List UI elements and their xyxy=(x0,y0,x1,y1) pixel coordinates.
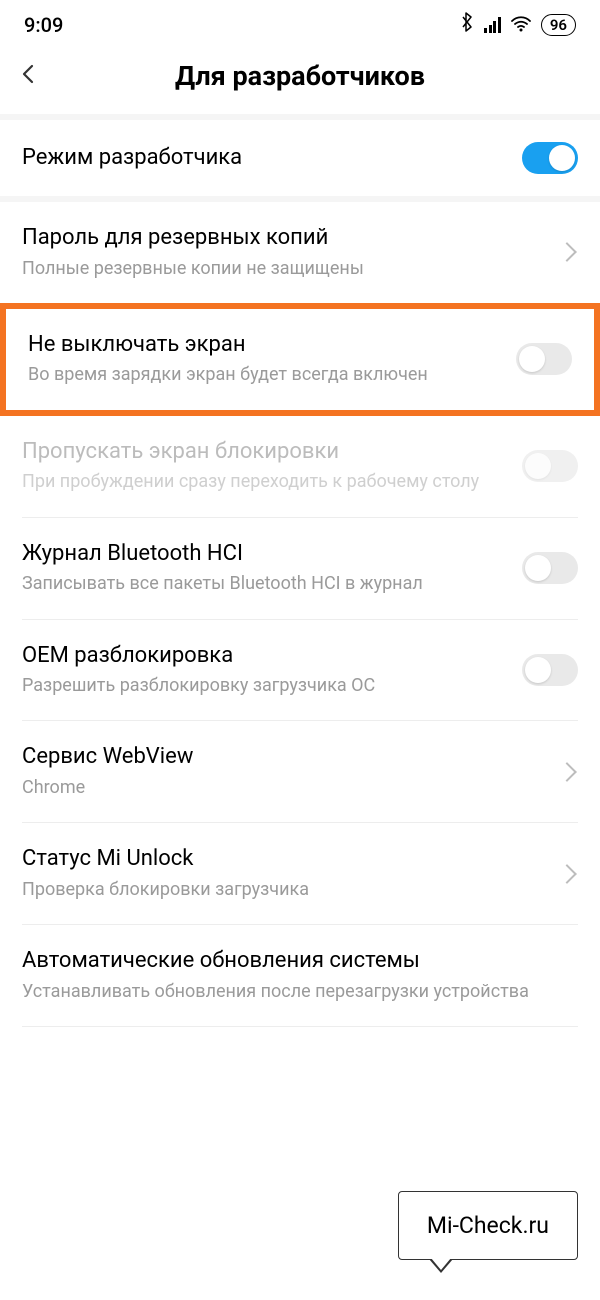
chevron-right-icon xyxy=(557,762,577,782)
header: Для разработчиков xyxy=(0,43,600,114)
chevron-right-icon xyxy=(557,243,577,263)
row-title: Сервис WebView xyxy=(22,743,546,772)
row-subtitle: Устанавливать обновления после перезагру… xyxy=(22,980,564,1004)
toggle-skip-lockscreen xyxy=(522,450,578,482)
row-title: Не выключать экран xyxy=(28,331,502,360)
row-title: Автоматические обновления системы xyxy=(22,947,564,976)
row-title: Режим разработчика xyxy=(22,144,508,173)
row-bluetooth-hci[interactable]: Журнал Bluetooth HCI Записывать все паке… xyxy=(0,518,600,619)
row-title: Пропускать экран блокировки xyxy=(22,438,508,467)
row-oem-unlock[interactable]: OEM разблокировка Разрешить разблокировк… xyxy=(0,620,600,721)
row-auto-system-updates[interactable]: Автоматические обновления системы Устана… xyxy=(0,925,600,1026)
row-mi-unlock-status[interactable]: Статус Mi Unlock Проверка блокировки заг… xyxy=(0,823,600,924)
signal-icon xyxy=(484,17,501,33)
row-subtitle: Разрешить разблокировку загрузчика ОС xyxy=(22,674,508,698)
row-title: Пароль для резервных копий xyxy=(22,224,546,253)
row-webview-service[interactable]: Сервис WebView Chrome xyxy=(0,721,600,822)
row-backup-password[interactable]: Пароль для резервных копий Полные резерв… xyxy=(0,202,600,303)
row-stay-awake[interactable]: Не выключать экран Во время зарядки экра… xyxy=(6,309,594,410)
toggle-developer-mode[interactable] xyxy=(522,142,578,174)
row-developer-mode[interactable]: Режим разработчика xyxy=(0,120,600,196)
row-skip-lockscreen: Пропускать экран блокировки При пробужде… xyxy=(0,416,600,517)
speech-tail-icon xyxy=(429,1259,453,1273)
toggle-bluetooth-hci[interactable] xyxy=(522,552,578,584)
row-title: OEM разблокировка xyxy=(22,642,508,671)
row-subtitle: Chrome xyxy=(22,776,546,800)
row-title: Журнал Bluetooth HCI xyxy=(22,540,508,569)
toggle-stay-awake[interactable] xyxy=(516,343,572,375)
chevron-right-icon xyxy=(557,864,577,884)
row-subtitle: Проверка блокировки загрузчика xyxy=(22,878,546,902)
page-title: Для разработчиков xyxy=(18,60,582,92)
bluetooth-icon xyxy=(460,12,474,37)
watermark-callout: Mi-Check.ru xyxy=(398,1191,578,1260)
battery-indicator: 96 xyxy=(541,14,576,36)
row-subtitle: Полные резервные копии не защищены xyxy=(22,257,546,281)
status-time: 9:09 xyxy=(24,13,63,37)
status-bar: 9:09 96 xyxy=(0,0,600,43)
watermark-text: Mi-Check.ru xyxy=(427,1212,549,1239)
row-title: Статус Mi Unlock xyxy=(22,845,546,874)
wifi-icon xyxy=(511,13,531,37)
highlight-frame: Не выключать экран Во время зарядки экра… xyxy=(0,303,600,416)
row-subtitle: Записывать все пакеты Bluetooth HCI в жу… xyxy=(22,572,508,596)
row-subtitle: Во время зарядки экран будет всегда вклю… xyxy=(28,363,502,387)
status-indicators: 96 xyxy=(460,12,576,37)
toggle-oem-unlock[interactable] xyxy=(522,654,578,686)
row-subtitle: При пробуждении сразу переходить к рабоч… xyxy=(22,470,508,494)
